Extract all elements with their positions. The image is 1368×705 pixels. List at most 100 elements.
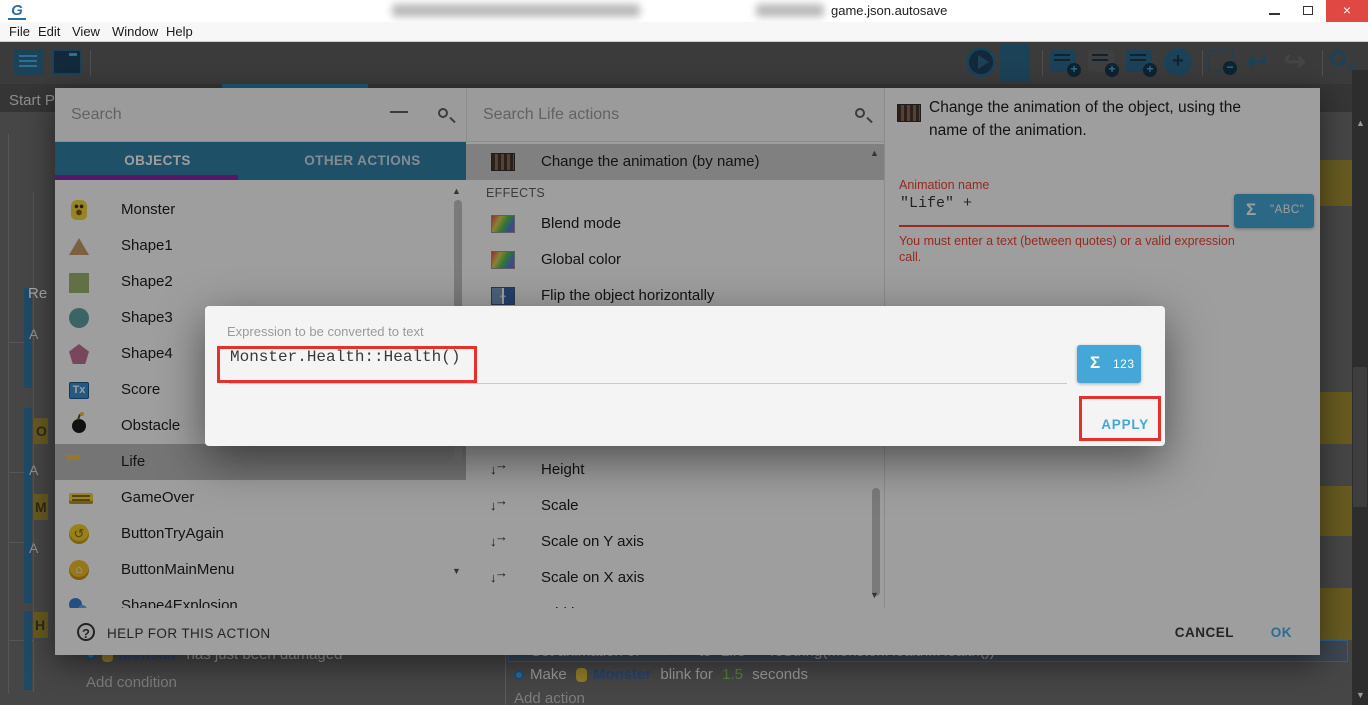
scroll-up-icon[interactable]: ▲ (452, 186, 461, 196)
action-prefix: Make (530, 666, 567, 683)
add-condition-link[interactable]: Add condition (86, 674, 177, 691)
action-row[interactable]: Make Monster blink for 1.5 seconds (514, 666, 755, 683)
event-text-fragment: A (29, 462, 38, 478)
monster-object-icon (576, 668, 587, 682)
actions-scrollbar-thumb[interactable] (872, 488, 880, 596)
expression-builder-button[interactable]: Σ "ABC" (1234, 194, 1314, 228)
close-button[interactable]: × (1326, 0, 1368, 22)
action-item-change-animation[interactable]: Change the animation (by name) (466, 144, 884, 180)
triangle-icon (69, 238, 89, 255)
size-arrows-icon (491, 461, 515, 479)
gameover-sprite-icon (69, 493, 93, 504)
validation-error: You must enter a text (between quotes) o… (899, 233, 1235, 265)
scroll-up-icon[interactable]: ▲ (870, 148, 879, 158)
menu-help[interactable]: Help (166, 24, 193, 39)
action-item-blend-mode[interactable]: Blend mode (466, 206, 884, 242)
animation-name-label: Animation name (899, 178, 989, 192)
animation-name-input[interactable]: "Life" + (900, 195, 972, 212)
pentagon-icon (69, 344, 89, 364)
explosion-icon (69, 596, 89, 608)
event-header-fragment (1318, 160, 1352, 206)
redo-icon[interactable]: ↪ (1284, 46, 1306, 77)
action-item-scale-x[interactable]: Scale on X axis (466, 560, 884, 596)
blend-mode-icon (491, 215, 515, 233)
list-item-life[interactable]: Life (55, 444, 466, 480)
menu-file[interactable]: File (9, 24, 30, 39)
scene-editor-icon[interactable] (52, 49, 82, 75)
project-manager-icon[interactable] (14, 49, 44, 75)
tab-start-page[interactable]: Start P (9, 92, 55, 109)
list-item-monster[interactable]: Monster (55, 192, 466, 228)
size-arrows-icon (491, 569, 515, 587)
app-window: G game.json.autosave × File Edit View Wi… (0, 0, 1368, 705)
ok-button[interactable]: OK (1271, 625, 1292, 640)
text-object-icon: Tx (69, 382, 89, 399)
size-arrows-icon (491, 497, 515, 515)
action-item-width[interactable]: Width (466, 596, 884, 608)
event-header-fragment (1318, 486, 1352, 536)
bomb-icon (72, 419, 86, 433)
help-link[interactable]: HELP FOR THIS ACTION (107, 626, 271, 641)
action-icon (514, 670, 524, 680)
tab-other-actions[interactable]: OTHER ACTIONS (260, 142, 465, 180)
annotation-apply-highlight (1079, 396, 1161, 441)
action-item-scale[interactable]: Scale (466, 488, 884, 524)
action-item-global-color[interactable]: Global color (466, 242, 884, 278)
blurred-title-text (756, 4, 824, 17)
monster-icon (71, 200, 87, 220)
play-icon[interactable] (966, 47, 996, 77)
toolbar-separator (1202, 50, 1203, 76)
menu-view[interactable]: View (72, 24, 100, 39)
input-underline (899, 225, 1229, 227)
action-mid: blink for (660, 666, 713, 683)
event-text-fragment: H (35, 617, 45, 633)
undo-icon[interactable]: ↩ (1246, 46, 1268, 77)
list-item-shape1[interactable]: Shape1 (55, 228, 466, 264)
list-item-buttontryagain[interactable]: ButtonTryAgain (55, 516, 466, 552)
maximize-button[interactable] (1292, 0, 1326, 22)
scroll-down-icon[interactable]: ▼ (870, 590, 879, 600)
search-icon[interactable] (438, 108, 448, 118)
minimize-button[interactable] (1258, 0, 1292, 22)
event-text-fragment: M (35, 499, 47, 515)
numeric-expression-button[interactable]: Σ 123 (1077, 345, 1141, 383)
add-subevent-icon[interactable]: + (1088, 50, 1114, 72)
add-action-link[interactable]: Add action (514, 690, 585, 705)
window-title: game.json.autosave (831, 3, 947, 18)
menu-window[interactable]: Window (112, 24, 158, 39)
toolbar-separator (1042, 50, 1043, 76)
search-icon[interactable] (855, 108, 865, 118)
title-bar: G game.json.autosave × (0, 0, 1368, 22)
list-item-shape2[interactable]: Shape2 (55, 264, 466, 300)
cancel-button[interactable]: CANCEL (1175, 625, 1234, 640)
help-icon[interactable]: ? (77, 623, 95, 641)
search-events-icon[interactable] (1330, 50, 1346, 66)
film-strip-icon (897, 104, 921, 122)
scroll-up-icon[interactable]: ▲ (1356, 118, 1365, 128)
event-header-fragment (1318, 588, 1352, 640)
scroll-down-icon[interactable]: ▼ (1356, 690, 1365, 700)
delete-event-icon[interactable]: − (1208, 50, 1234, 72)
objects-search-input[interactable]: Search (71, 106, 122, 124)
scroll-down-icon[interactable]: ▼ (452, 566, 461, 576)
add-other-icon[interactable]: + (1164, 48, 1192, 76)
list-item-shape4explosion[interactable]: Shape4Explosion (55, 588, 466, 608)
event-header-fragment (1318, 392, 1352, 444)
hearts-icon (65, 452, 97, 472)
action-item-scale-y[interactable]: Scale on Y axis (466, 524, 884, 560)
add-comment-icon[interactable]: + (1126, 50, 1152, 72)
action-item-height[interactable]: Height (466, 452, 884, 488)
objects-search-bar[interactable]: Search (55, 88, 466, 142)
section-header-effects: EFFECTS (486, 186, 545, 200)
debug-icon[interactable] (1002, 50, 1028, 76)
list-item-buttonmainmenu[interactable]: ButtonMainMenu (55, 552, 466, 588)
filter-icon[interactable] (390, 110, 408, 122)
actions-search-bar[interactable]: Search Life actions (466, 88, 884, 142)
list-item-gameover[interactable]: GameOver (55, 480, 466, 516)
actions-search-input[interactable]: Search Life actions (483, 106, 619, 124)
action-description: Change the animation of the object, usin… (929, 96, 1265, 142)
window-scrollbar-thumb[interactable] (1353, 367, 1367, 507)
add-event-icon[interactable]: + (1050, 50, 1076, 72)
menu-edit[interactable]: Edit (38, 24, 60, 39)
numeric-label: 123 (1113, 357, 1135, 371)
